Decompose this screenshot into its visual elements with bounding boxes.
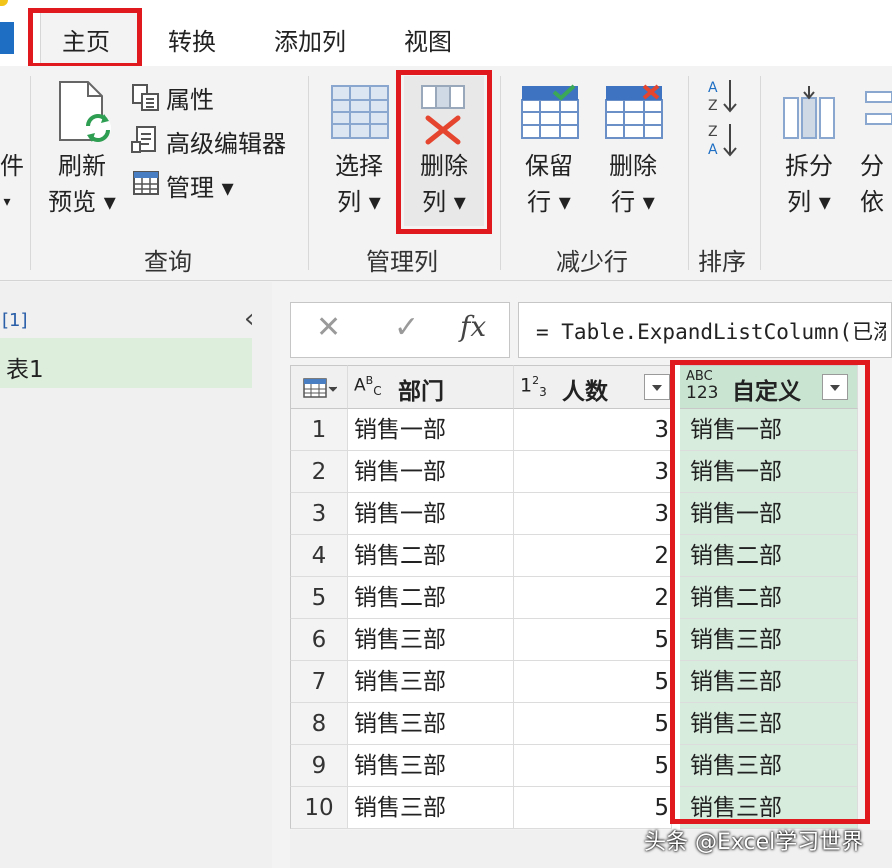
table-cell-count[interactable]: 5 bbox=[514, 661, 672, 703]
group-separator bbox=[308, 76, 309, 270]
table-cell-count[interactable]: 2 bbox=[514, 535, 672, 577]
manage-icon[interactable] bbox=[132, 170, 160, 200]
refresh-preview-label-1[interactable]: 刷新 bbox=[40, 150, 124, 182]
column-header-label: 人数 bbox=[562, 379, 608, 405]
table-menu-button[interactable] bbox=[290, 365, 348, 409]
sort-descending-icon[interactable]: ZA bbox=[706, 122, 740, 162]
table-cell-count[interactable]: 3 bbox=[514, 409, 672, 451]
watermark: 头条 @Excel学习世界 bbox=[644, 830, 864, 855]
query-item-label[interactable]: 表1 bbox=[6, 350, 44, 384]
choose-columns-label-2[interactable]: 列 ▾ bbox=[320, 186, 398, 218]
manage-columns-group-label: 管理列 bbox=[366, 248, 438, 276]
formula-text[interactable]: = Table.ExpandListColumn(已添 bbox=[536, 316, 886, 346]
table-cell-dept[interactable]: 销售一部 bbox=[348, 409, 514, 451]
keep-rows-label-1[interactable]: 保留 bbox=[510, 150, 588, 182]
split-column-label-1[interactable]: 拆分 bbox=[770, 150, 848, 182]
table-cell-count[interactable]: 5 bbox=[514, 745, 672, 787]
svg-text:Z: Z bbox=[708, 98, 718, 114]
row-number[interactable]: 10 bbox=[290, 787, 348, 829]
keep-rows-icon[interactable] bbox=[520, 84, 580, 144]
keep-rows-label-2[interactable]: 行 ▾ bbox=[510, 186, 588, 218]
table-cell-dept[interactable]: 销售二部 bbox=[348, 577, 514, 619]
svg-text:A: A bbox=[708, 142, 718, 158]
tab-view[interactable]: 视图 bbox=[404, 22, 452, 57]
row-number[interactable]: 6 bbox=[290, 619, 348, 661]
advanced-editor-label[interactable]: 高级编辑器 bbox=[166, 124, 286, 159]
number-type-icon: 123 bbox=[520, 374, 547, 400]
group-separator bbox=[500, 76, 501, 270]
tab-transform[interactable]: 转换 bbox=[168, 22, 216, 57]
table-cell-count[interactable]: 5 bbox=[514, 619, 672, 661]
row-number[interactable]: 4 bbox=[290, 535, 348, 577]
svg-text:A: A bbox=[708, 80, 718, 96]
row-number[interactable]: 2 bbox=[290, 451, 348, 493]
highlight-box-custom-column bbox=[670, 360, 870, 824]
group-by-label-2[interactable]: 依 bbox=[860, 186, 892, 218]
left-cut-dropdown[interactable]: ▾ bbox=[0, 186, 14, 218]
table-cell-dept[interactable]: 销售二部 bbox=[348, 535, 514, 577]
cancel-formula-icon[interactable]: ✕ bbox=[316, 310, 341, 345]
manage-label[interactable]: 管理 ▾ bbox=[166, 168, 234, 203]
tab-add-column[interactable]: 添加列 bbox=[274, 22, 346, 57]
sort-group-label: 排序 bbox=[698, 248, 746, 276]
refresh-preview-icon[interactable] bbox=[56, 80, 112, 148]
remove-rows-label-2[interactable]: 行 ▾ bbox=[594, 186, 672, 218]
queries-pane-header: [1] bbox=[2, 310, 28, 331]
reduce-rows-group-label: 减少行 bbox=[556, 248, 628, 276]
column-filter-dropdown[interactable] bbox=[644, 374, 670, 400]
table-cell-dept[interactable]: 销售三部 bbox=[348, 619, 514, 661]
table-cell-count[interactable]: 5 bbox=[514, 703, 672, 745]
table-cell-count[interactable]: 3 bbox=[514, 451, 672, 493]
choose-columns-label-1[interactable]: 选择 bbox=[320, 150, 398, 182]
choose-columns-icon[interactable] bbox=[330, 84, 390, 144]
table-cell-count[interactable]: 5 bbox=[514, 787, 672, 829]
split-column-label-2[interactable]: 列 ▾ bbox=[770, 186, 848, 218]
left-cut-button-label[interactable]: 件 bbox=[0, 150, 24, 182]
advanced-editor-icon[interactable] bbox=[130, 124, 160, 160]
row-number[interactable]: 3 bbox=[290, 493, 348, 535]
properties-label[interactable]: 属性 bbox=[166, 80, 214, 115]
remove-rows-icon[interactable] bbox=[604, 84, 664, 144]
group-by-icon[interactable] bbox=[864, 90, 892, 138]
split-column-icon[interactable] bbox=[780, 84, 838, 144]
column-header-count[interactable]: 123 人数 bbox=[514, 365, 672, 409]
properties-icon[interactable] bbox=[130, 82, 160, 116]
table-cell-dept[interactable]: 销售三部 bbox=[348, 703, 514, 745]
group-separator bbox=[30, 76, 31, 270]
group-separator bbox=[760, 76, 761, 270]
column-header-label: 部门 bbox=[398, 379, 444, 405]
row-number[interactable]: 1 bbox=[290, 409, 348, 451]
confirm-formula-icon[interactable]: ✓ bbox=[394, 310, 419, 345]
row-number[interactable]: 5 bbox=[290, 577, 348, 619]
table-icon bbox=[303, 378, 337, 398]
group-separator bbox=[688, 76, 689, 270]
row-number[interactable]: 9 bbox=[290, 745, 348, 787]
highlight-box-remove-columns bbox=[396, 70, 492, 234]
sort-ascending-icon[interactable]: AZ bbox=[706, 78, 740, 118]
highlight-box-home-tab bbox=[28, 8, 142, 68]
table-cell-dept[interactable]: 销售三部 bbox=[348, 661, 514, 703]
collapse-pane-icon[interactable]: ‹ bbox=[244, 304, 254, 334]
table-cell-dept[interactable]: 销售三部 bbox=[348, 787, 514, 829]
table-cell-count[interactable]: 2 bbox=[514, 577, 672, 619]
text-type-icon: ABC bbox=[354, 374, 382, 399]
column-header-dept[interactable]: ABC 部门 bbox=[348, 365, 514, 409]
file-tab[interactable] bbox=[0, 22, 14, 54]
refresh-preview-label-2[interactable]: 预览 ▾ bbox=[40, 186, 124, 218]
fx-icon[interactable]: fx bbox=[460, 310, 486, 343]
query-group-label: 查询 bbox=[144, 248, 192, 276]
remove-rows-label-1[interactable]: 删除 bbox=[594, 150, 672, 182]
table-cell-dept[interactable]: 销售一部 bbox=[348, 493, 514, 535]
row-number[interactable]: 7 bbox=[290, 661, 348, 703]
table-cell-dept[interactable]: 销售一部 bbox=[348, 451, 514, 493]
row-number[interactable]: 8 bbox=[290, 703, 348, 745]
table-cell-count[interactable]: 3 bbox=[514, 493, 672, 535]
svg-text:Z: Z bbox=[708, 124, 718, 140]
table-cell-dept[interactable]: 销售三部 bbox=[348, 745, 514, 787]
group-by-label-1[interactable]: 分 bbox=[860, 150, 892, 182]
